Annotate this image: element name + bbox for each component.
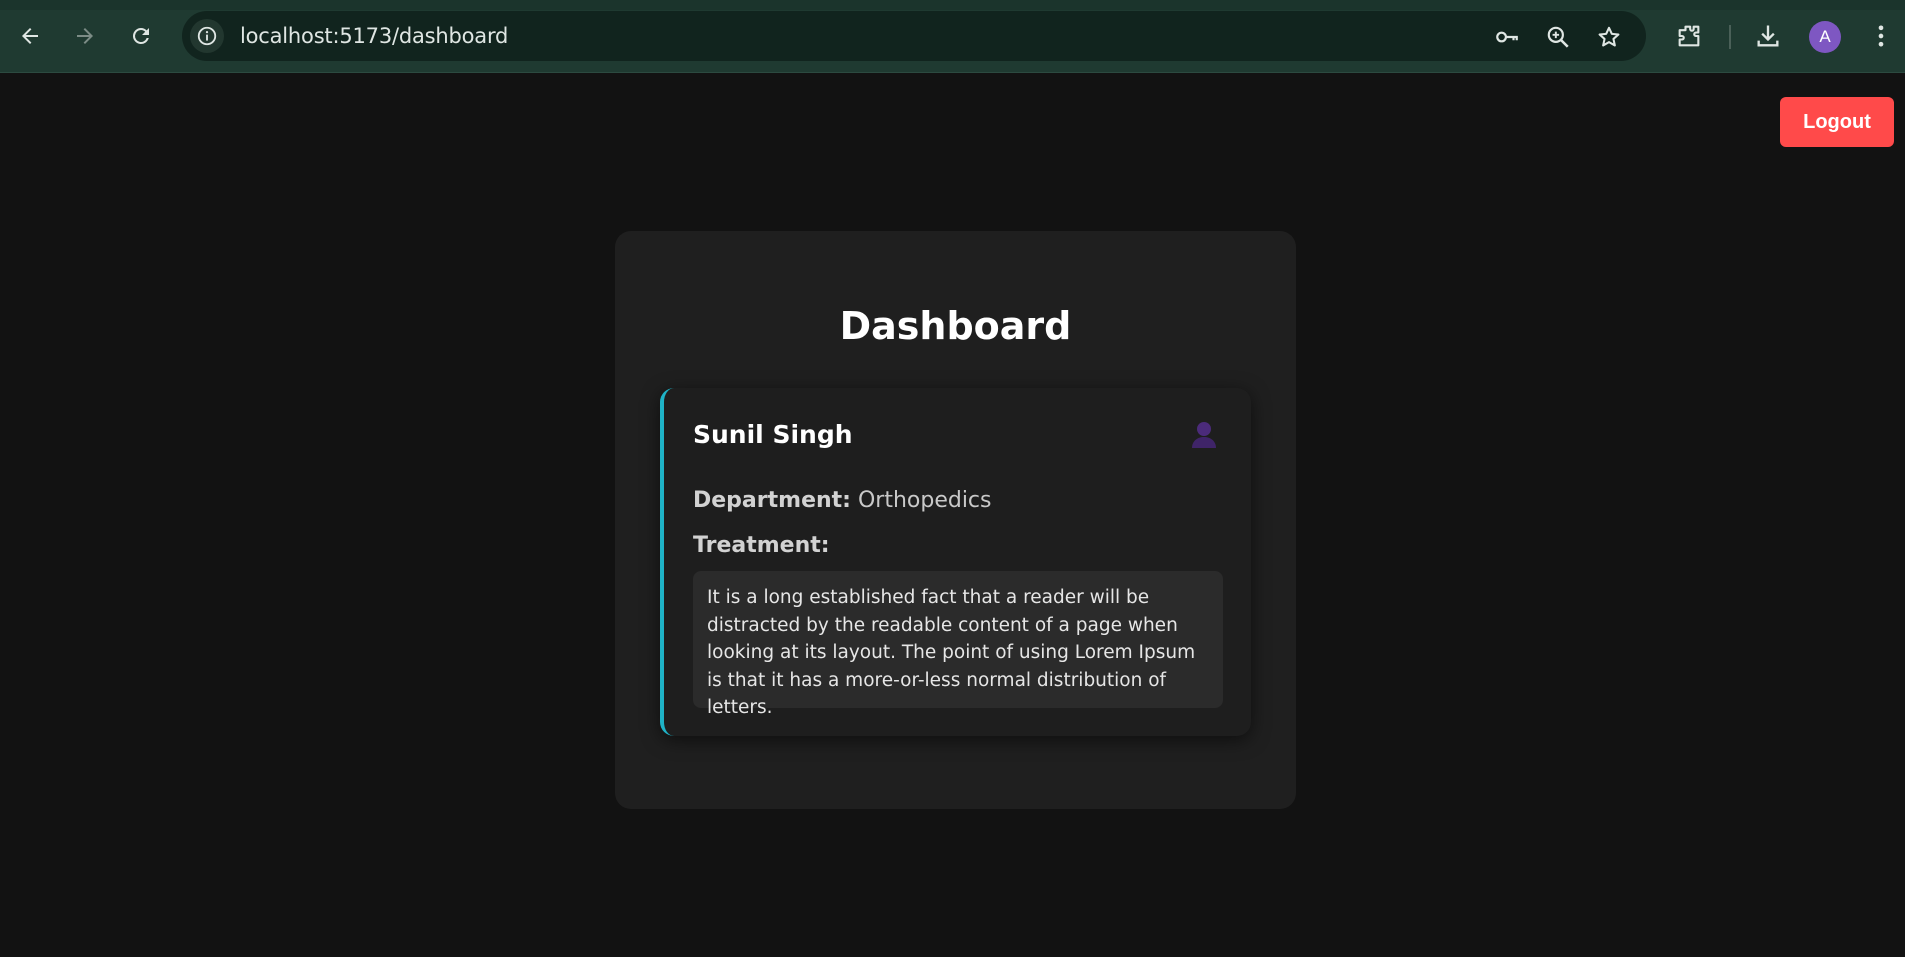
toolbar-divider	[1729, 25, 1731, 49]
star-icon	[1598, 26, 1620, 47]
patient-name: Sunil Singh	[693, 420, 853, 449]
site-info-button[interactable]	[190, 19, 224, 53]
treatment-text: It is a long established fact that a rea…	[693, 571, 1223, 718]
info-icon	[197, 26, 217, 46]
zoom-button[interactable]	[1545, 24, 1571, 50]
browser-toolbar: localhost:5173/dashboard A	[0, 0, 1905, 73]
tab-strip	[0, 0, 1905, 10]
treatment-label: Treatment:	[693, 533, 830, 558]
profile-avatar[interactable]: A	[1809, 21, 1841, 53]
forward-button[interactable]	[67, 18, 103, 54]
logout-button[interactable]: Logout	[1780, 97, 1894, 147]
back-arrow-icon	[22, 28, 38, 44]
forward-arrow-icon	[77, 28, 93, 44]
more-vert-icon	[1878, 25, 1884, 47]
download-icon	[1757, 25, 1779, 47]
address-bar[interactable]: localhost:5173/dashboard	[182, 11, 1646, 61]
downloads-button[interactable]	[1752, 20, 1784, 52]
password-key-button[interactable]	[1494, 24, 1520, 50]
extensions-button[interactable]	[1673, 20, 1705, 52]
bookmark-button[interactable]	[1596, 24, 1622, 50]
menu-button[interactable]	[1865, 20, 1897, 52]
extensions-icon	[1678, 25, 1700, 47]
zoom-icon	[1547, 26, 1569, 48]
url-text[interactable]: localhost:5173/dashboard	[240, 24, 508, 48]
key-icon	[1496, 31, 1518, 43]
reload-button[interactable]	[123, 18, 159, 54]
department-label: Department:	[693, 488, 851, 513]
back-button[interactable]	[12, 18, 48, 54]
user-icon	[1192, 422, 1216, 448]
page-title: Dashboard	[839, 304, 1072, 348]
reload-icon	[133, 28, 149, 44]
department-row: Department: Orthopedics	[693, 488, 992, 513]
department-value: Orthopedics	[857, 488, 992, 513]
